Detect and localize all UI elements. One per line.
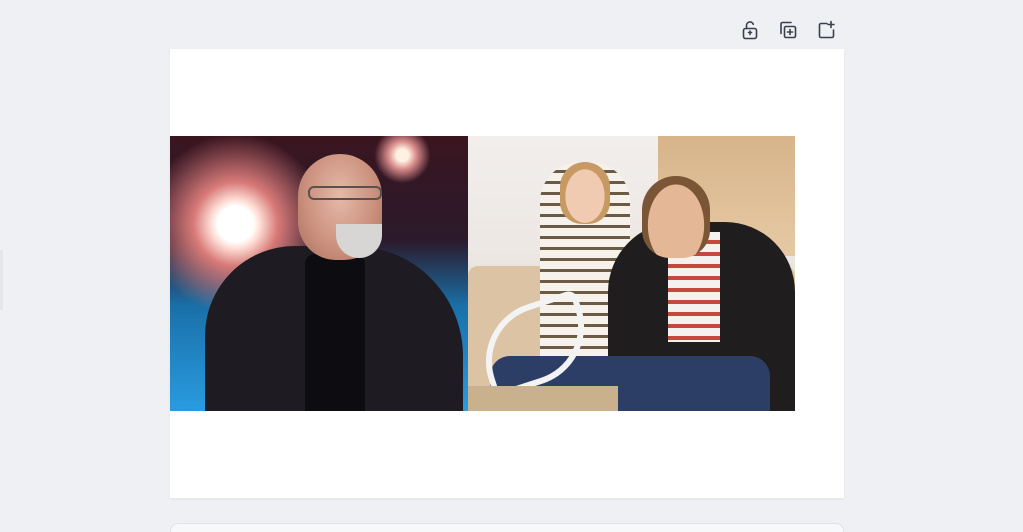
- editor-page: [0, 0, 1023, 532]
- glasses: [308, 186, 382, 200]
- woman-head: [560, 162, 610, 224]
- man-head: [642, 176, 710, 258]
- page-toolbar: [738, 16, 838, 44]
- coffee-table: [468, 386, 618, 411]
- duplicate-button[interactable]: [776, 16, 800, 44]
- add-page-button[interactable]: [814, 16, 838, 44]
- photo-man-speaking[interactable]: [170, 136, 468, 411]
- next-page-card[interactable]: [170, 523, 844, 532]
- duplicate-icon: [780, 21, 797, 39]
- dark-shirt: [305, 254, 365, 411]
- add-page-icon: [818, 20, 835, 39]
- left-edge-handle: [0, 250, 3, 310]
- design-canvas[interactable]: [170, 49, 844, 498]
- unlock-icon: [742, 21, 758, 40]
- photo-couple-bills[interactable]: [468, 136, 795, 411]
- image-collage[interactable]: [170, 136, 795, 411]
- unlock-button[interactable]: [738, 16, 762, 44]
